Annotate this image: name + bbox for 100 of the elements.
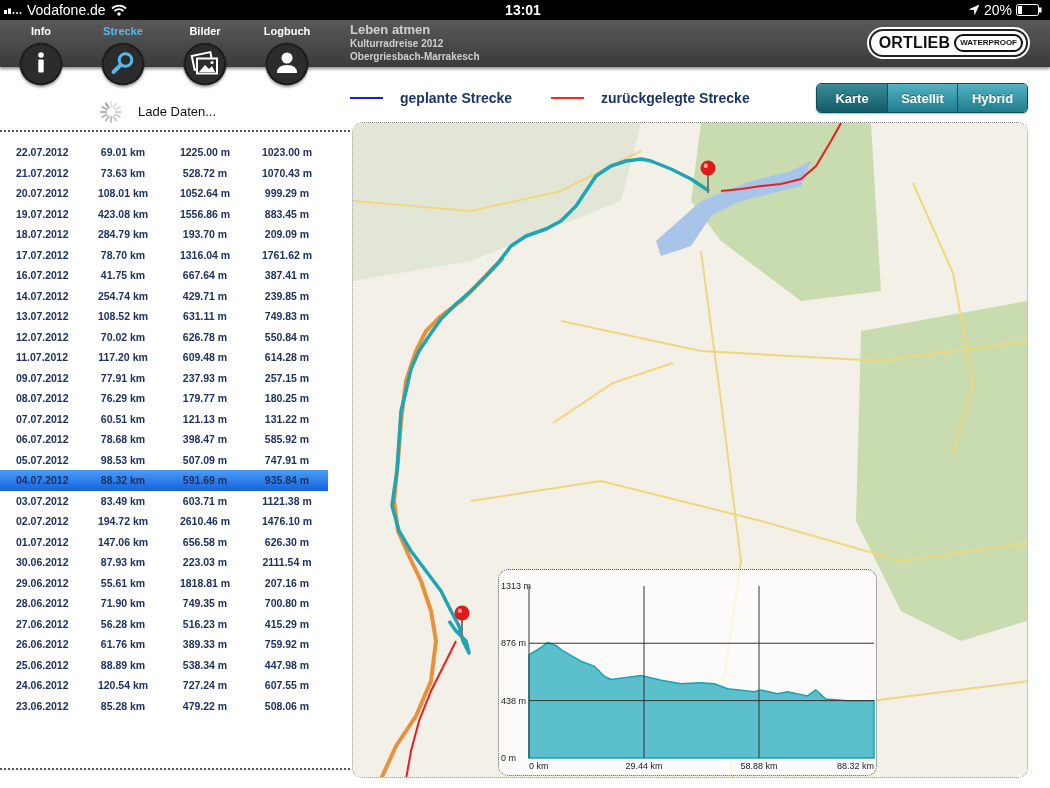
- trip-row[interactable]: 05.07.2012 98.53 km 507.09 m 747.91 m: [0, 449, 328, 470]
- table-cell: 04.07.2012: [16, 474, 69, 487]
- table-cell: 1476.10 m: [261, 515, 313, 528]
- trip-row[interactable]: 25.06.2012 88.89 km 538.34 m 447.98 m: [0, 654, 328, 675]
- table-cell: 626.78 m: [182, 330, 228, 343]
- table-cell: 108.01 km: [97, 187, 149, 200]
- table-cell: 398.47 m: [182, 433, 228, 446]
- table-cell: 749.35 m: [182, 597, 228, 610]
- trip-row[interactable]: 18.07.2012 284.79 km 193.70 m 209.09 m: [0, 224, 328, 245]
- table-cell: 209.09 m: [264, 228, 310, 241]
- table-cell: 76.29 km: [100, 392, 146, 405]
- table-cell: 1070.43 m: [261, 166, 313, 179]
- table-cell: 999.29 m: [264, 187, 310, 200]
- carrier-name: Vodafone.de: [27, 2, 106, 18]
- trip-row[interactable]: 07.07.2012 60.51 km 121.13 m 131.22 m: [0, 408, 328, 429]
- table-cell: 06.07.2012: [16, 433, 69, 446]
- legend-label: zurückgelegte Strecke: [601, 90, 750, 106]
- trip-row[interactable]: 08.07.2012 76.29 km 179.77 m 180.25 m: [0, 388, 328, 409]
- table-cell: 88.32 km: [100, 474, 146, 487]
- table-cell: 254.74 km: [97, 289, 149, 302]
- table-cell: 935.84 m: [264, 474, 310, 487]
- trip-row[interactable]: 16.07.2012 41.75 km 667.64 m 387.41 m: [0, 265, 328, 286]
- table-cell: 02.07.2012: [16, 515, 69, 528]
- trip-row[interactable]: 06.07.2012 78.68 km 398.47 m 585.92 m: [0, 429, 328, 450]
- map-type-button[interactable]: Karte: [817, 84, 887, 112]
- table-cell: 120.54 km: [97, 679, 149, 692]
- table-cell: 550.84 m: [264, 330, 310, 343]
- trip-row[interactable]: 30.06.2012 87.93 km 223.03 m 2111.54 m: [0, 552, 328, 573]
- table-cell: 207.16 m: [264, 576, 310, 589]
- table-cell: 284.79 km: [97, 228, 149, 241]
- table-cell: 257.15 m: [264, 371, 310, 384]
- trip-row[interactable]: 26.06.2012 61.76 km 389.33 m 759.92 m: [0, 634, 328, 655]
- nav-tab[interactable]: Strecke: [82, 20, 164, 86]
- trip-row[interactable]: 21.07.2012 73.63 km 528.72 m 1070.43 m: [0, 162, 328, 183]
- table-cell: 07.07.2012: [16, 412, 69, 425]
- status-time: 13:01: [505, 2, 541, 18]
- table-cell: 56.28 km: [100, 617, 146, 630]
- trip-row[interactable]: 11.07.2012 117.20 km 609.48 m 614.28 m: [0, 347, 328, 368]
- table-cell: 69.01 km: [100, 146, 146, 159]
- table-cell: 607.55 m: [264, 679, 310, 692]
- wifi-icon: [110, 4, 127, 16]
- trip-row[interactable]: 13.07.2012 108.52 km 631.11 m 749.83 m: [0, 306, 328, 327]
- trip-row[interactable]: 17.07.2012 78.70 km 1316.04 m 1761.62 m: [0, 244, 328, 265]
- trip-row[interactable]: 03.07.2012 83.49 km 603.71 m 1121.38 m: [0, 490, 328, 511]
- table-cell: 26.06.2012: [16, 638, 69, 651]
- nav-tab[interactable]: Logbuch: [246, 20, 328, 86]
- table-cell: 193.70 m: [182, 228, 228, 241]
- table-cell: 87.93 km: [100, 556, 146, 569]
- trip-row[interactable]: 22.07.2012 69.01 km 1225.00 m 1023.00 m: [0, 142, 328, 163]
- table-cell: 614.28 m: [264, 351, 310, 364]
- nav-tab[interactable]: Info: [0, 20, 82, 86]
- table-cell: 29.06.2012: [16, 576, 69, 589]
- trip-row[interactable]: 27.06.2012 56.28 km 516.23 m 415.29 m: [0, 613, 328, 634]
- trip-row[interactable]: 12.07.2012 70.02 km 626.78 m 550.84 m: [0, 326, 328, 347]
- table-cell: 08.07.2012: [16, 392, 69, 405]
- trip-row[interactable]: 24.06.2012 120.54 km 727.24 m 607.55 m: [0, 675, 328, 696]
- table-cell: 2111.54 m: [262, 556, 312, 569]
- table-cell: 98.53 km: [100, 453, 146, 466]
- table-cell: 1818.81 m: [179, 576, 231, 589]
- loading-spinner-icon: [100, 101, 122, 123]
- table-cell: 05.07.2012: [16, 453, 69, 466]
- table-cell: 85.28 km: [100, 699, 146, 712]
- axis-label: 88.32 km: [836, 761, 874, 771]
- trip-row[interactable]: 01.07.2012 147.06 km 656.58 m 626.30 m: [0, 531, 328, 552]
- table-cell: 71.90 km: [100, 597, 146, 610]
- trip-row[interactable]: 28.06.2012 71.90 km 749.35 m 700.80 m: [0, 593, 328, 614]
- trip-row[interactable]: 14.07.2012 254.74 km 429.71 m 239.85 m: [0, 285, 328, 306]
- table-cell: 883.45 m: [264, 207, 310, 220]
- brand-name: ORTLIEB: [878, 34, 951, 52]
- table-cell: 1225.00 m: [179, 146, 231, 159]
- trip-row[interactable]: 20.07.2012 108.01 km 1052.64 m 999.29 m: [0, 183, 328, 204]
- trip-row[interactable]: 09.07.2012 77.91 km 237.93 m 257.15 m: [0, 367, 328, 388]
- table-cell: 09.07.2012: [16, 371, 69, 384]
- table-cell: 538.34 m: [182, 658, 228, 671]
- nav-tab[interactable]: Bilder: [164, 20, 246, 86]
- map-type-button[interactable]: Satellit: [887, 84, 957, 112]
- table-cell: 19.07.2012: [16, 207, 69, 220]
- table-cell: 447.98 m: [264, 658, 310, 671]
- table-cell: 23.06.2012: [16, 699, 69, 712]
- trip-row[interactable]: 23.06.2012 85.28 km 479.22 m 508.06 m: [0, 695, 328, 716]
- trip-row[interactable]: 02.07.2012 194.72 km 2610.46 m 1476.10 m: [0, 511, 328, 532]
- table-cell: 727.24 m: [182, 679, 228, 692]
- search-icon: [101, 42, 145, 86]
- trip-row[interactable]: 19.07.2012 423.08 km 1556.86 m 883.45 m: [0, 203, 328, 224]
- location-arrow-icon: [967, 4, 980, 16]
- axis-label: 29.44 km: [625, 761, 663, 771]
- table-cell: 14.07.2012: [16, 289, 69, 302]
- map-pin-icon: [700, 160, 716, 194]
- table-cell: 73.63 km: [100, 166, 146, 179]
- table-cell: 516.23 m: [182, 617, 228, 630]
- loading-label: Lade Daten...: [138, 103, 217, 121]
- table-cell: 2610.46 m: [179, 515, 231, 528]
- trip-row[interactable]: 29.06.2012 55.61 km 1818.81 m 207.16 m: [0, 572, 328, 593]
- axis-label: 438 m: [501, 695, 526, 706]
- trip-title: Leben atmen: [350, 23, 431, 37]
- table-cell: 1761.62 m: [261, 248, 313, 261]
- person-icon: [265, 42, 309, 86]
- battery-icon: [1016, 4, 1042, 16]
- table-cell: 147.06 km: [97, 535, 149, 548]
- table-cell: 28.06.2012: [16, 597, 69, 610]
